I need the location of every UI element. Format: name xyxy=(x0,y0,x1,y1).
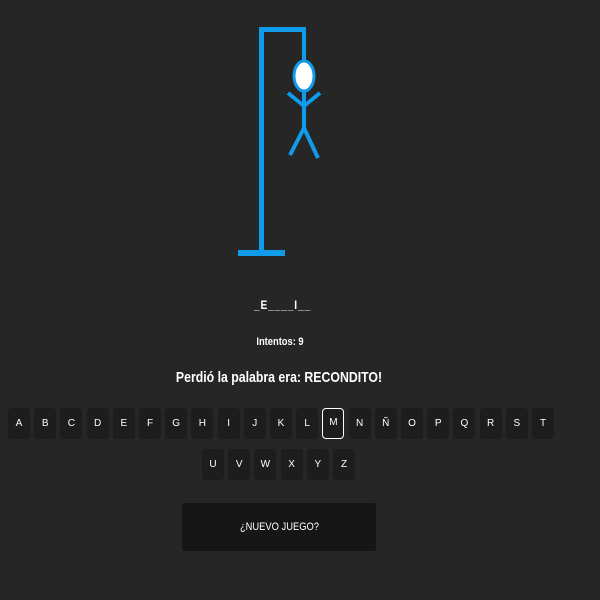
letter-key-m[interactable]: M xyxy=(322,408,345,439)
letter-key-t[interactable]: T xyxy=(532,408,554,439)
letter-key-n[interactable]: N xyxy=(348,408,371,439)
letter-key-p[interactable]: P xyxy=(427,408,450,439)
letter-key-ñ[interactable]: Ñ xyxy=(374,408,397,439)
gallows-pole xyxy=(259,27,264,253)
letter-key-a[interactable]: A xyxy=(8,408,30,439)
gallows-beam xyxy=(259,27,306,32)
attempts-counter: Intentos: 9 xyxy=(256,336,304,348)
hangman-game: _E____I__ Intentos: 9 Perdió la palabra … xyxy=(0,0,600,600)
letter-key-b[interactable]: B xyxy=(34,408,57,439)
new-game-button[interactable]: ¿NUEVO JUEGO? xyxy=(182,503,376,551)
letter-key-w[interactable]: W xyxy=(254,449,277,480)
letter-key-f[interactable]: F xyxy=(139,408,161,439)
letter-key-z[interactable]: Z xyxy=(333,449,355,480)
hangman-left-leg xyxy=(288,127,306,156)
result-message: Perdió la palabra era: RECONDITO! xyxy=(175,369,383,386)
letter-key-y[interactable]: Y xyxy=(306,449,329,480)
gallows-drawing xyxy=(238,27,322,256)
new-game-label: ¿NUEVO JUEGO? xyxy=(239,521,319,533)
letter-key-j[interactable]: J xyxy=(243,408,266,439)
word-display: _E____I__ xyxy=(253,298,312,312)
letter-key-o[interactable]: O xyxy=(401,408,423,439)
letter-key-q[interactable]: Q xyxy=(453,408,476,439)
letter-key-g[interactable]: G xyxy=(165,408,188,439)
letter-key-e[interactable]: E xyxy=(112,408,135,439)
hangman-head xyxy=(292,59,316,93)
letter-key-x[interactable]: X xyxy=(280,449,303,480)
hangman-right-leg xyxy=(302,127,320,159)
letter-key-k[interactable]: K xyxy=(270,408,292,439)
letter-key-d[interactable]: D xyxy=(86,408,109,439)
letter-key-v[interactable]: V xyxy=(228,449,251,480)
letter-key-i[interactable]: I xyxy=(217,408,240,439)
hangman-right-arm xyxy=(302,91,322,108)
letter-key-h[interactable]: H xyxy=(191,408,214,439)
letter-key-r[interactable]: R xyxy=(479,408,502,439)
letter-key-c[interactable]: C xyxy=(60,408,83,439)
gallows-rope xyxy=(302,27,306,60)
hangman-left-arm xyxy=(286,91,306,108)
letter-key-u[interactable]: U xyxy=(202,449,224,480)
letter-key-l[interactable]: L xyxy=(296,408,319,439)
letter-key-s[interactable]: S xyxy=(505,408,528,439)
